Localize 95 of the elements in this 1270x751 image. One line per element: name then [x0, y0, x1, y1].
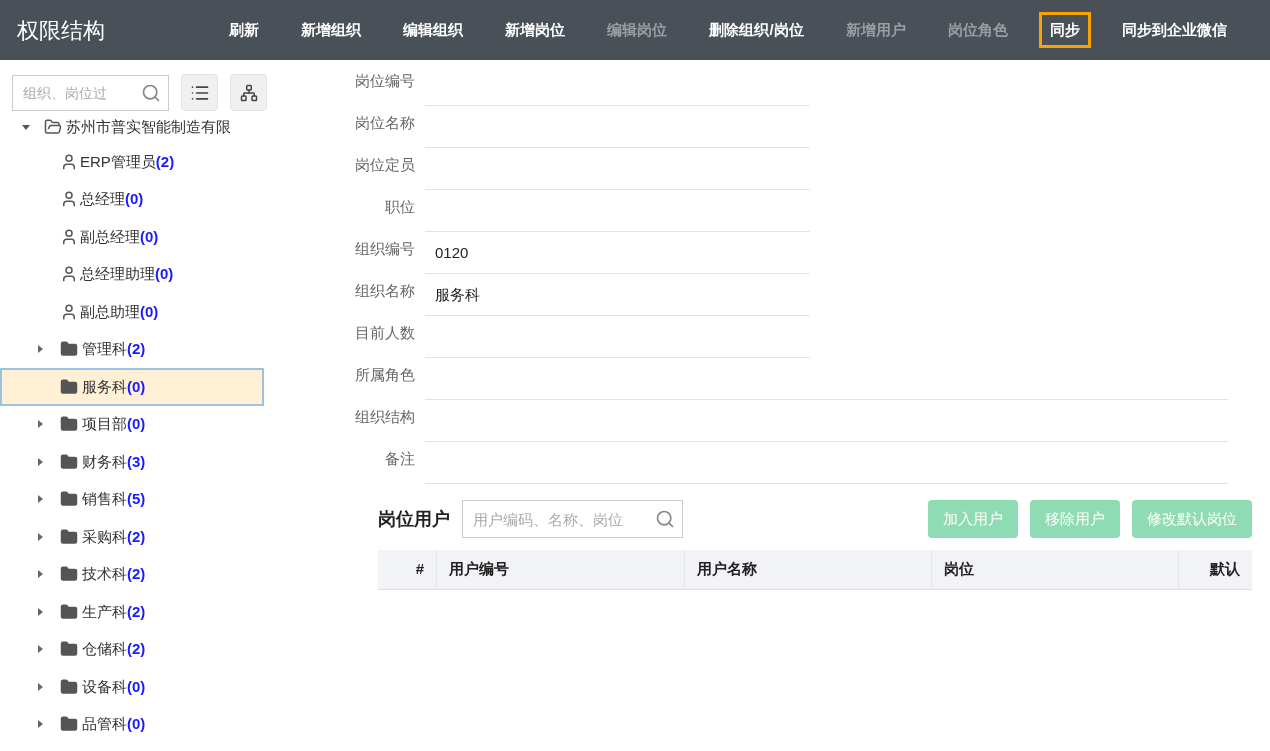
tree-item[interactable]: 总经理助理(0): [0, 255, 264, 293]
field-label: 岗位定员: [354, 154, 415, 175]
field-label: 所属角色: [354, 364, 415, 385]
tree-label: 总经理助理(0): [80, 264, 174, 284]
tree-label: 仓储科(2): [82, 639, 146, 659]
column-header: 用户编号: [436, 550, 684, 589]
caret-icon[interactable]: [36, 682, 44, 691]
tree-item[interactable]: 苏州市普实智能制造有限: [0, 111, 330, 143]
search-icon: [655, 509, 675, 529]
user-search-field[interactable]: 用户编码、名称、岗位: [462, 500, 683, 538]
tree-label: 副总助理(0): [80, 301, 159, 322]
field-label: 职位: [384, 196, 415, 217]
toolbar-button[interactable]: 新增组织: [290, 11, 373, 49]
tree-label: 管理科(2): [82, 339, 146, 359]
toolbar-button[interactable]: 编辑组织: [392, 11, 475, 49]
toolbar-button[interactable]: 删除组织/岗位: [698, 11, 815, 49]
tree-label: 技术科(2): [82, 564, 146, 584]
column-header: 默认: [1178, 550, 1252, 589]
field-label: 组织编号: [354, 238, 415, 259]
column-header: #: [414, 559, 425, 580]
folder-icon: [60, 490, 78, 509]
caret-icon[interactable]: [36, 570, 44, 579]
tree-label: 财务科(3): [82, 451, 146, 472]
field-label: 岗位名称: [354, 112, 415, 133]
folder-icon: [60, 527, 78, 546]
tree-item[interactable]: 品管科(0): [0, 705, 264, 743]
folder-icon: [60, 340, 78, 359]
app-title: 权限结构: [16, 16, 106, 45]
filter-field[interactable]: 组织、岗位过: [12, 74, 169, 111]
tree-label: 总经理(0): [80, 189, 144, 209]
caret-icon[interactable]: [36, 607, 44, 616]
list-view-button[interactable]: [181, 74, 218, 111]
user-icon: [60, 302, 78, 321]
caret-icon[interactable]: [22, 123, 30, 131]
caret-icon[interactable]: [36, 495, 44, 504]
tree-label: 服务科(0): [82, 376, 146, 397]
caret-icon[interactable]: [36, 720, 44, 729]
toolbar-button[interactable]: 同步: [1038, 11, 1091, 49]
tree-item[interactable]: 财务科(3): [0, 443, 264, 481]
column-header: 岗位: [931, 550, 1178, 589]
folder-icon: [60, 677, 78, 696]
search-icon: [141, 82, 161, 103]
tree-label: 销售科(5): [82, 489, 146, 509]
tree-item[interactable]: 技术科(2): [0, 555, 264, 593]
caret-icon[interactable]: [36, 345, 44, 354]
tree-item[interactable]: 服务科(0): [0, 368, 264, 406]
tree-label: 品管科(0): [82, 714, 146, 734]
tree-view-button[interactable]: [230, 74, 267, 111]
hierarchy-icon: [239, 83, 258, 102]
field-label: 组织名称: [354, 280, 415, 301]
folder-icon: [44, 118, 62, 136]
folder-icon: [60, 715, 78, 734]
caret-icon[interactable]: [36, 420, 44, 429]
field-label: 岗位编号: [354, 70, 415, 91]
tree-item[interactable]: 管理科(2): [0, 330, 264, 368]
field-label: 目前人数: [354, 322, 415, 343]
folder-icon: [60, 415, 78, 434]
user-icon: [60, 190, 78, 209]
caret-icon[interactable]: [36, 645, 44, 654]
tree-item[interactable]: 生产科(2): [0, 593, 264, 631]
tree-label: 项目部(0): [82, 414, 146, 434]
tree-item[interactable]: 副总经理(0): [0, 218, 264, 256]
folder-icon: [60, 452, 78, 471]
tree-item[interactable]: ERP管理员(2): [0, 143, 264, 181]
tree-item[interactable]: 副总助理(0): [0, 293, 264, 331]
tree-item[interactable]: 项目部(0): [0, 405, 264, 443]
folder-icon: [60, 640, 78, 659]
tree-label: 设备科(0): [82, 676, 146, 697]
field-label: 组织结构: [354, 406, 415, 427]
folder-icon: [60, 377, 78, 396]
tree-label: 副总经理(0): [80, 226, 159, 247]
tree-label: 采购科(2): [82, 526, 146, 547]
column-header: 用户名称: [684, 550, 931, 589]
folder-icon: [60, 602, 78, 621]
folder-icon: [60, 565, 78, 584]
toolbar-button[interactable]: 同步到企业微信: [1110, 11, 1238, 49]
form-field[interactable]: 服务科: [425, 276, 810, 316]
tree-label: 生产科(2): [82, 601, 146, 622]
tree-item[interactable]: 仓储科(2): [0, 630, 264, 668]
form-field[interactable]: 0120: [425, 234, 810, 274]
tree-item[interactable]: 设备科(0): [0, 668, 264, 706]
tree-item[interactable]: 采购科(2): [0, 518, 264, 556]
user-icon: [60, 265, 78, 284]
tree-label: ERP管理员(2): [80, 151, 175, 172]
user-icon: [60, 227, 78, 246]
tree-item[interactable]: 总经理(0): [0, 180, 264, 218]
caret-icon[interactable]: [36, 457, 44, 466]
toolbar-button[interactable]: 新增岗位: [494, 11, 577, 49]
toolbar-button[interactable]: 刷新: [218, 11, 270, 49]
tree-item[interactable]: 销售科(5): [0, 480, 264, 518]
section-title: 岗位用户: [378, 507, 450, 531]
field-label: 备注: [384, 448, 415, 469]
caret-icon[interactable]: [36, 532, 44, 541]
tree-label: 苏州市普实智能制造有限: [66, 116, 231, 137]
user-icon: [60, 152, 78, 171]
